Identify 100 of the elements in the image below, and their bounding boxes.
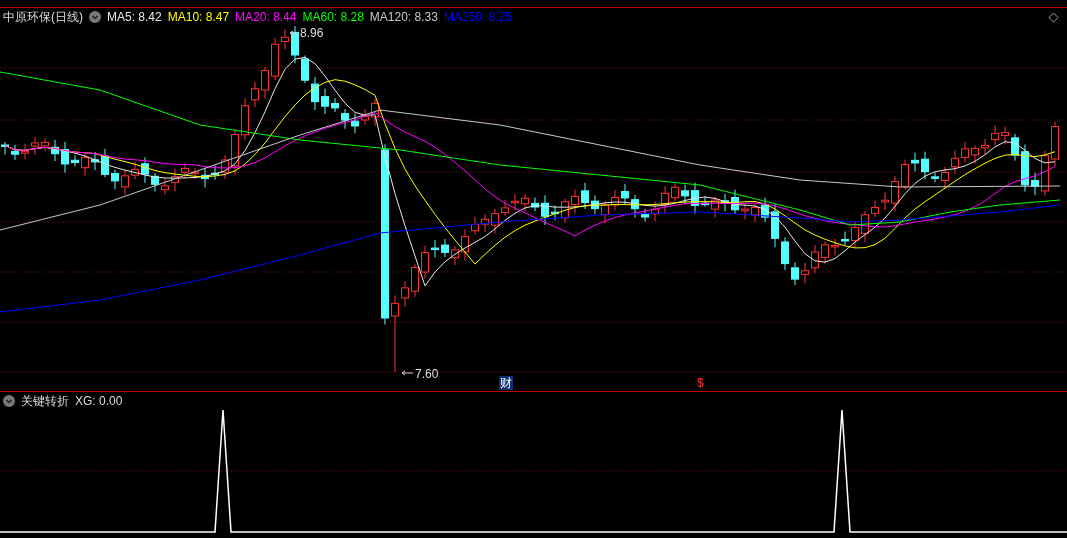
candlestick bbox=[651, 200, 659, 222]
candlestick bbox=[871, 199, 879, 218]
candlestick bbox=[811, 244, 819, 274]
candlestick bbox=[721, 193, 729, 212]
candlestick bbox=[141, 156, 149, 184]
candlestick bbox=[441, 238, 449, 258]
candlestick bbox=[611, 189, 619, 212]
candlestick bbox=[411, 263, 419, 298]
moving-average-value: MA5: 8.42 bbox=[107, 10, 162, 24]
candlestick bbox=[101, 148, 109, 178]
candlestick bbox=[501, 199, 509, 217]
candlestick bbox=[711, 196, 719, 219]
candlestick bbox=[1021, 143, 1029, 193]
candlestick bbox=[751, 202, 759, 223]
candlestick bbox=[111, 169, 119, 190]
candlestick bbox=[301, 54, 309, 84]
collapse-icon[interactable] bbox=[3, 395, 15, 407]
candlestick bbox=[351, 113, 359, 134]
candlestick bbox=[581, 182, 589, 210]
candlestick bbox=[131, 161, 139, 180]
candlestick bbox=[361, 108, 369, 126]
candlestick bbox=[11, 144, 19, 161]
candlestick bbox=[631, 194, 639, 219]
candlestick bbox=[41, 137, 49, 152]
candlestick bbox=[1031, 172, 1039, 196]
candlestick bbox=[851, 220, 859, 249]
low-price-label: 7.60 bbox=[401, 367, 439, 381]
moving-average-value: MA250: 8.25 bbox=[443, 10, 512, 24]
moving-average-value: MA20: 8.44 bbox=[235, 10, 297, 24]
candlestick bbox=[261, 66, 269, 100]
candlestick bbox=[461, 228, 469, 262]
candlestick bbox=[371, 98, 379, 127]
moving-average-value: MA60: 8.28 bbox=[302, 10, 364, 24]
candlestick bbox=[691, 182, 699, 215]
candlestick bbox=[161, 178, 169, 195]
candlestick bbox=[81, 151, 89, 177]
candlestick bbox=[201, 167, 209, 189]
candlestick bbox=[671, 182, 679, 202]
candlestick bbox=[421, 245, 429, 280]
candlestick bbox=[921, 151, 929, 180]
candlestick bbox=[911, 152, 919, 172]
indicator-reading: XG: 0.00 bbox=[75, 394, 123, 408]
candlestick bbox=[31, 136, 39, 156]
candlestick bbox=[251, 81, 259, 108]
moving-average-value: MA120: 8.33 bbox=[369, 10, 438, 24]
candlestick bbox=[701, 196, 709, 208]
candlestick bbox=[271, 37, 279, 81]
candlestick bbox=[781, 236, 789, 271]
candlestick bbox=[241, 97, 249, 141]
moving-average-value: MA10: 8.47 bbox=[167, 10, 230, 24]
candlestick bbox=[661, 185, 669, 214]
candlestick bbox=[981, 138, 989, 155]
candlestick bbox=[941, 166, 949, 190]
candlestick bbox=[61, 141, 69, 174]
candlestick bbox=[551, 204, 559, 221]
diamond-icon[interactable] bbox=[1048, 11, 1059, 23]
candlestick bbox=[791, 261, 799, 286]
candlestick bbox=[121, 169, 129, 196]
candlestick bbox=[621, 183, 629, 206]
candlestick bbox=[841, 230, 849, 246]
candlestick bbox=[521, 193, 529, 212]
candlestick bbox=[181, 162, 189, 180]
candlestick bbox=[571, 189, 579, 214]
candlestick bbox=[731, 189, 739, 215]
candlestick bbox=[341, 108, 349, 130]
candlestick bbox=[231, 128, 239, 176]
candlestick bbox=[281, 28, 289, 50]
indicator-name: 关键转折 bbox=[21, 392, 69, 410]
candlestick bbox=[1051, 121, 1059, 167]
event-mark[interactable]: $ bbox=[697, 376, 704, 390]
candlestick bbox=[901, 159, 909, 191]
candlestick bbox=[21, 143, 29, 160]
candlestick bbox=[861, 210, 869, 243]
candlestick bbox=[51, 139, 59, 162]
candlestick bbox=[821, 240, 829, 265]
candlestick bbox=[951, 149, 959, 175]
candlestick bbox=[761, 197, 769, 223]
candlestick bbox=[991, 124, 999, 146]
candlestick bbox=[321, 88, 329, 115]
candlestick bbox=[191, 167, 199, 180]
candlestick bbox=[531, 196, 539, 212]
finance-event-badge[interactable]: 财 bbox=[499, 376, 513, 390]
candlestick bbox=[211, 165, 219, 181]
candlestick bbox=[71, 154, 79, 167]
candlestick bbox=[771, 203, 779, 248]
candlestick bbox=[491, 208, 499, 234]
candlestick bbox=[91, 151, 99, 171]
candlestick bbox=[891, 175, 899, 212]
candlestick bbox=[601, 200, 609, 224]
candlestick bbox=[511, 193, 519, 212]
stock-title: 中原环保(日线) bbox=[3, 8, 83, 26]
candlestick bbox=[471, 216, 479, 236]
candlestick bbox=[431, 239, 439, 258]
candlestick bbox=[541, 194, 549, 226]
candlestick bbox=[171, 168, 179, 192]
candlestick bbox=[151, 172, 159, 193]
collapse-icon[interactable] bbox=[89, 11, 101, 23]
candlestick bbox=[1001, 126, 1009, 145]
candlestick bbox=[831, 238, 839, 256]
candlestick bbox=[971, 144, 979, 165]
